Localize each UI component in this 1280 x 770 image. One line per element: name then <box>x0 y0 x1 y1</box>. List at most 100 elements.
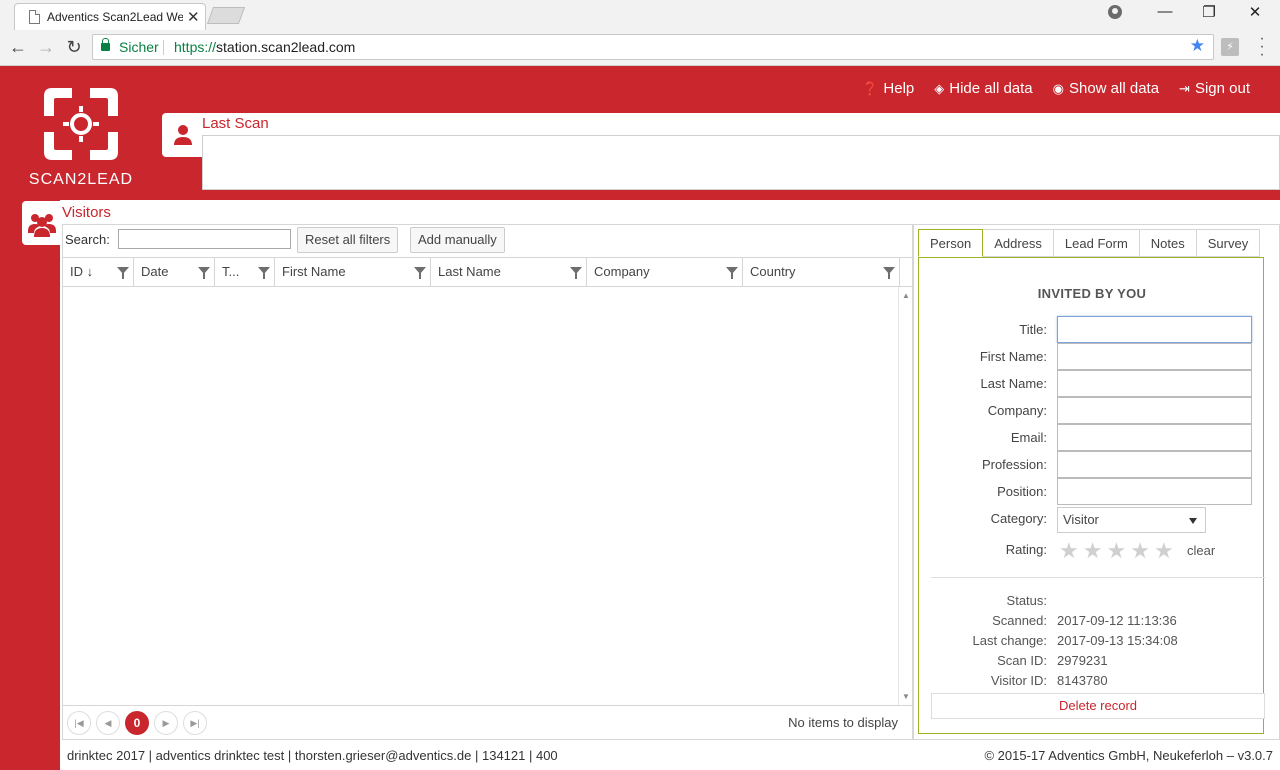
last-scan-content <box>202 135 1280 190</box>
add-manually-button[interactable]: Add manually <box>410 227 505 253</box>
search-label: Search: <box>65 232 110 247</box>
filter-icon[interactable] <box>117 267 129 279</box>
previous-page-icon[interactable]: ◀ <box>96 711 120 735</box>
star-icon[interactable]: ★ <box>1154 540 1174 562</box>
company-field[interactable] <box>1057 397 1252 424</box>
tab-survey[interactable]: Survey <box>1196 229 1261 257</box>
show-all-data-link[interactable]: ◉ Show all data <box>1053 80 1159 97</box>
category-select[interactable]: Visitor <box>1057 507 1206 533</box>
column-header-type[interactable]: T... <box>215 258 275 286</box>
filter-icon[interactable] <box>414 267 426 279</box>
tab-title: Adventics Scan2Lead We <box>47 10 183 24</box>
column-header-first-name[interactable]: First Name <box>275 258 431 286</box>
browser-toolbar: ← → ↻ Sicher https://station.scan2lead.c… <box>0 30 1280 66</box>
title-field[interactable] <box>1057 316 1252 343</box>
close-tab-icon[interactable]: ✕ <box>187 8 200 26</box>
rating-stars[interactable]: ★ ★ ★ ★ ★ <box>1059 540 1174 562</box>
email-label: Email: <box>1010 430 1047 445</box>
star-icon[interactable]: ★ <box>1059 540 1079 562</box>
current-page[interactable]: 0 <box>125 711 149 735</box>
person-form: INVITED BY YOU Title: First Name: Last N… <box>918 257 1265 734</box>
profession-field[interactable] <box>1057 451 1252 478</box>
position-field[interactable] <box>1057 478 1252 505</box>
column-header-id[interactable]: ID ↓ <box>63 258 134 286</box>
secure-label: Sicher <box>119 39 159 55</box>
filter-icon[interactable] <box>570 267 582 279</box>
scan-id-value: 2979231 <box>1057 653 1108 668</box>
star-icon[interactable]: ★ <box>1106 540 1126 562</box>
last-name-field[interactable] <box>1057 370 1252 397</box>
first-page-icon[interactable]: |◀ <box>67 711 91 735</box>
scroll-down-icon[interactable]: ▼ <box>902 692 910 701</box>
app-header: SCAN2LEAD ❓ Help ◈ Hide all data ◉ Show … <box>0 66 1280 200</box>
visitors-title: Visitors <box>62 204 111 221</box>
star-icon[interactable]: ★ <box>1083 540 1103 562</box>
footer-copyright: © 2015-17 Adventics GmbH, Neukeferloh – … <box>984 748 1273 763</box>
column-header-company[interactable]: Company <box>587 258 743 286</box>
divider <box>931 577 1265 578</box>
grid-scrollbar[interactable]: ▲ ▼ <box>898 287 912 705</box>
hide-all-data-link[interactable]: ◈ Hide all data <box>934 80 1032 97</box>
rating-label: Rating: <box>1005 542 1047 557</box>
back-arrow-icon[interactable]: ← <box>6 35 30 59</box>
help-link[interactable]: ❓ Help <box>862 80 914 97</box>
next-page-icon[interactable]: ▶ <box>154 711 178 735</box>
first-name-field[interactable] <box>1057 343 1252 370</box>
column-header-date[interactable]: Date <box>134 258 215 286</box>
omnibox-divider <box>163 40 164 55</box>
maximize-icon[interactable]: ❐ <box>1194 3 1224 21</box>
column-header-country[interactable]: Country <box>743 258 900 286</box>
tab-address[interactable]: Address <box>983 229 1054 257</box>
footer-info: drinktec 2017 | adventics drinktec test … <box>67 748 558 763</box>
scan2lead-logo[interactable]: SCAN2LEAD <box>24 86 138 190</box>
last-change-value: 2017-09-13 15:34:08 <box>1057 633 1178 648</box>
sign-out-link[interactable]: ⇥ Sign out <box>1179 80 1250 97</box>
logo-text: SCAN2LEAD <box>28 171 134 188</box>
new-tab-button[interactable] <box>206 7 246 24</box>
filter-icon[interactable] <box>198 267 210 279</box>
star-icon[interactable]: ★ <box>1130 540 1150 562</box>
rating-clear-link[interactable]: clear <box>1187 543 1215 558</box>
footer: drinktec 2017 | adventics drinktec test … <box>60 740 1280 770</box>
reset-filters-button[interactable]: Reset all filters <box>297 227 399 253</box>
email-field[interactable] <box>1057 424 1252 451</box>
scan-id-label: Scan ID: <box>997 653 1047 668</box>
help-icon: ❓ <box>862 80 879 96</box>
left-rail <box>0 200 60 770</box>
grid-toolbar: Search: Reset all filters Add manually <box>63 225 912 257</box>
close-window-icon[interactable]: ✕ <box>1240 3 1270 21</box>
scanned-value: 2017-09-12 11:13:36 <box>1057 613 1177 628</box>
extension-icon[interactable]: ⚡ <box>1221 38 1239 56</box>
last-page-icon[interactable]: ▶| <box>183 711 207 735</box>
eye-icon: ◉ <box>1052 80 1064 96</box>
filter-icon[interactable] <box>258 267 270 279</box>
forward-arrow-icon[interactable]: → <box>34 35 58 59</box>
filter-icon[interactable] <box>883 267 895 279</box>
column-header-last-name[interactable]: Last Name <box>431 258 587 286</box>
address-bar[interactable]: Sicher https://station.scan2lead.com ★ <box>92 34 1214 60</box>
search-input[interactable] <box>118 229 291 249</box>
users-group-icon <box>28 214 56 237</box>
url-text[interactable]: https://station.scan2lead.com <box>174 39 355 55</box>
browser-tab[interactable]: Adventics Scan2Lead We ✕ <box>14 3 206 30</box>
delete-record-button[interactable]: Delete record <box>931 693 1265 719</box>
status-label: Status: <box>1006 593 1047 608</box>
tab-person[interactable]: Person <box>918 229 984 257</box>
tab-notes[interactable]: Notes <box>1139 229 1197 257</box>
category-label: Category: <box>990 511 1047 526</box>
scroll-up-icon[interactable]: ▲ <box>902 291 910 300</box>
reload-icon[interactable]: ↻ <box>62 35 86 59</box>
eye-slash-icon: ◈ <box>934 80 945 96</box>
browser-tabbar: Adventics Scan2Lead We ✕ — ❐ ✕ <box>0 0 1280 30</box>
filter-icon[interactable] <box>726 267 738 279</box>
lock-icon <box>101 38 110 51</box>
last-change-label: Last change: <box>972 633 1047 648</box>
visitors-grid: Search: Reset all filters Add manually I… <box>62 224 913 740</box>
tab-lead-form[interactable]: Lead Form <box>1053 229 1140 257</box>
minimize-icon[interactable]: — <box>1150 3 1180 20</box>
bookmark-star-icon[interactable]: ★ <box>1190 36 1205 56</box>
visitor-id-value: 8143780 <box>1057 673 1108 688</box>
browser-menu-icon[interactable]: · · · <box>1252 31 1272 63</box>
company-label: Company: <box>987 403 1047 418</box>
position-label: Position: <box>997 484 1047 499</box>
